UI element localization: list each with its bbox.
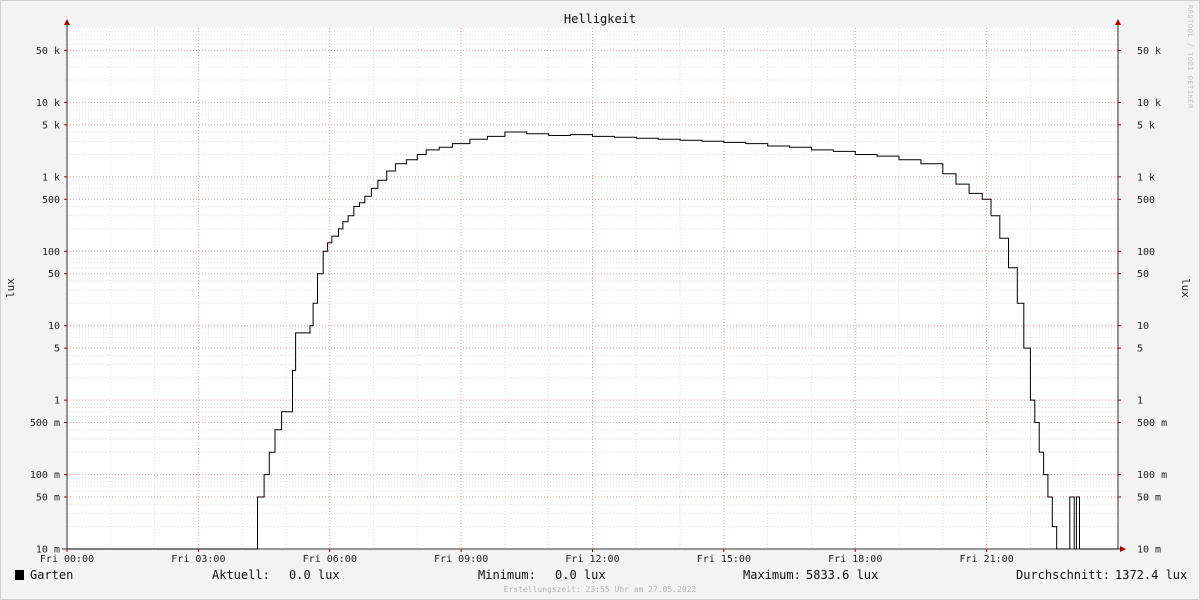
y-tick-label-right: 50 m xyxy=(1137,492,1161,503)
y-tick-label-left: 10 k xyxy=(36,98,60,109)
y-tick-label-left: 500 xyxy=(42,195,60,206)
y-tick-label-right: 5 xyxy=(1137,344,1143,355)
y-tick-label-left: 50 m xyxy=(36,492,60,503)
chart-title: Helligkeit xyxy=(564,12,636,26)
x-axis-arrow xyxy=(1120,546,1126,552)
y-ticks-right: 10 m 50 m 100 m 500 m 1 5 10 50 100 500 1 k 5 k 10 k… xyxy=(1118,46,1167,556)
y-tick-label-left: 10 xyxy=(48,321,60,332)
y-tick-label-left: 100 m xyxy=(30,470,60,481)
legend-current-value: 0.0 lux xyxy=(289,568,340,582)
y-tick-label-left: 5 k xyxy=(42,120,60,131)
y-ticks-left: 10 m50 m100 m500 m1510501005001 k5 k10 k… xyxy=(30,46,67,556)
y-tick-label-right: 10 k xyxy=(1137,98,1161,109)
x-tick-label: Fri 06:00 xyxy=(303,554,357,565)
x-tick-label: Fri 03:00 xyxy=(171,554,225,565)
legend-min-value: 0.0 lux xyxy=(555,568,606,582)
brightness-chart: 10 m 50 m 100 m 500 m 1 5 10 50 100 500 1 k 5 k 10 k… xyxy=(4,5,1194,594)
y-axis-arrow-left xyxy=(64,19,70,25)
x-tick-label: Fri 15:00 xyxy=(697,554,751,565)
footer-timestamp: Erstellungszeit: 23:55 Uhr am 27.05.2022 xyxy=(504,585,697,594)
watermark: RRDTOOL / TOBI OETIKER xyxy=(1186,5,1194,109)
y-tick-label-right: 1 xyxy=(1137,396,1143,407)
legend-avg-value: 1372.4 lux xyxy=(1115,568,1187,582)
y-tick-label-right: 500 xyxy=(1137,195,1155,206)
x-tick-label: Fri 09:00 xyxy=(434,554,488,565)
y-tick-label-left: 50 k xyxy=(36,46,60,57)
legend-max-label: Maximum: xyxy=(743,568,801,582)
legend-current-label: Aktuell: xyxy=(212,568,270,582)
legend-avg-label: Durchschnitt: xyxy=(1016,568,1110,582)
y-axis-label-left: lux xyxy=(4,278,17,298)
x-tick-label: Fri 00:00 xyxy=(40,554,94,565)
y-tick-label-right: 500 m xyxy=(1137,418,1167,429)
y-tick-label-left: 500 m xyxy=(30,418,60,429)
x-ticks: Fri 00:00 Fri 03:00 Fri 06:00 Fri 09:00 Fri … xyxy=(40,549,1014,565)
y-tick-label-left: 1 k xyxy=(42,172,60,183)
legend-min-label: Minimum: xyxy=(478,568,536,582)
y-tick-label-right: 50 k xyxy=(1137,46,1161,57)
y-tick-label-right: 100 xyxy=(1137,247,1155,258)
y-tick-label-right: 1 k xyxy=(1137,172,1155,183)
y-tick-label-left: 100 xyxy=(42,247,60,258)
y-tick-label-right: 5 k xyxy=(1137,120,1155,131)
x-tick-label: Fri 21:00 xyxy=(960,554,1014,565)
x-tick-label: Fri 18:00 xyxy=(828,554,882,565)
y-tick-label-right: 100 m xyxy=(1137,470,1167,481)
y-tick-label-right: 10 m xyxy=(1137,545,1161,556)
x-tick-label: Fri 12:00 xyxy=(565,554,619,565)
legend-max-value: 5833.6 lux xyxy=(806,568,878,582)
y-tick-label-left: 5 xyxy=(54,344,60,355)
y-tick-label-right: 10 xyxy=(1137,321,1149,332)
y-axis-label-right: lux xyxy=(1179,278,1192,298)
y-axis-arrow-right xyxy=(1115,19,1121,25)
y-tick-label-right: 50 xyxy=(1137,269,1149,280)
legend-series-name: Garten xyxy=(30,568,73,582)
y-tick-label-left: 1 xyxy=(54,396,60,407)
y-tick-label-left: 50 xyxy=(48,269,60,280)
legend-swatch xyxy=(15,570,24,580)
